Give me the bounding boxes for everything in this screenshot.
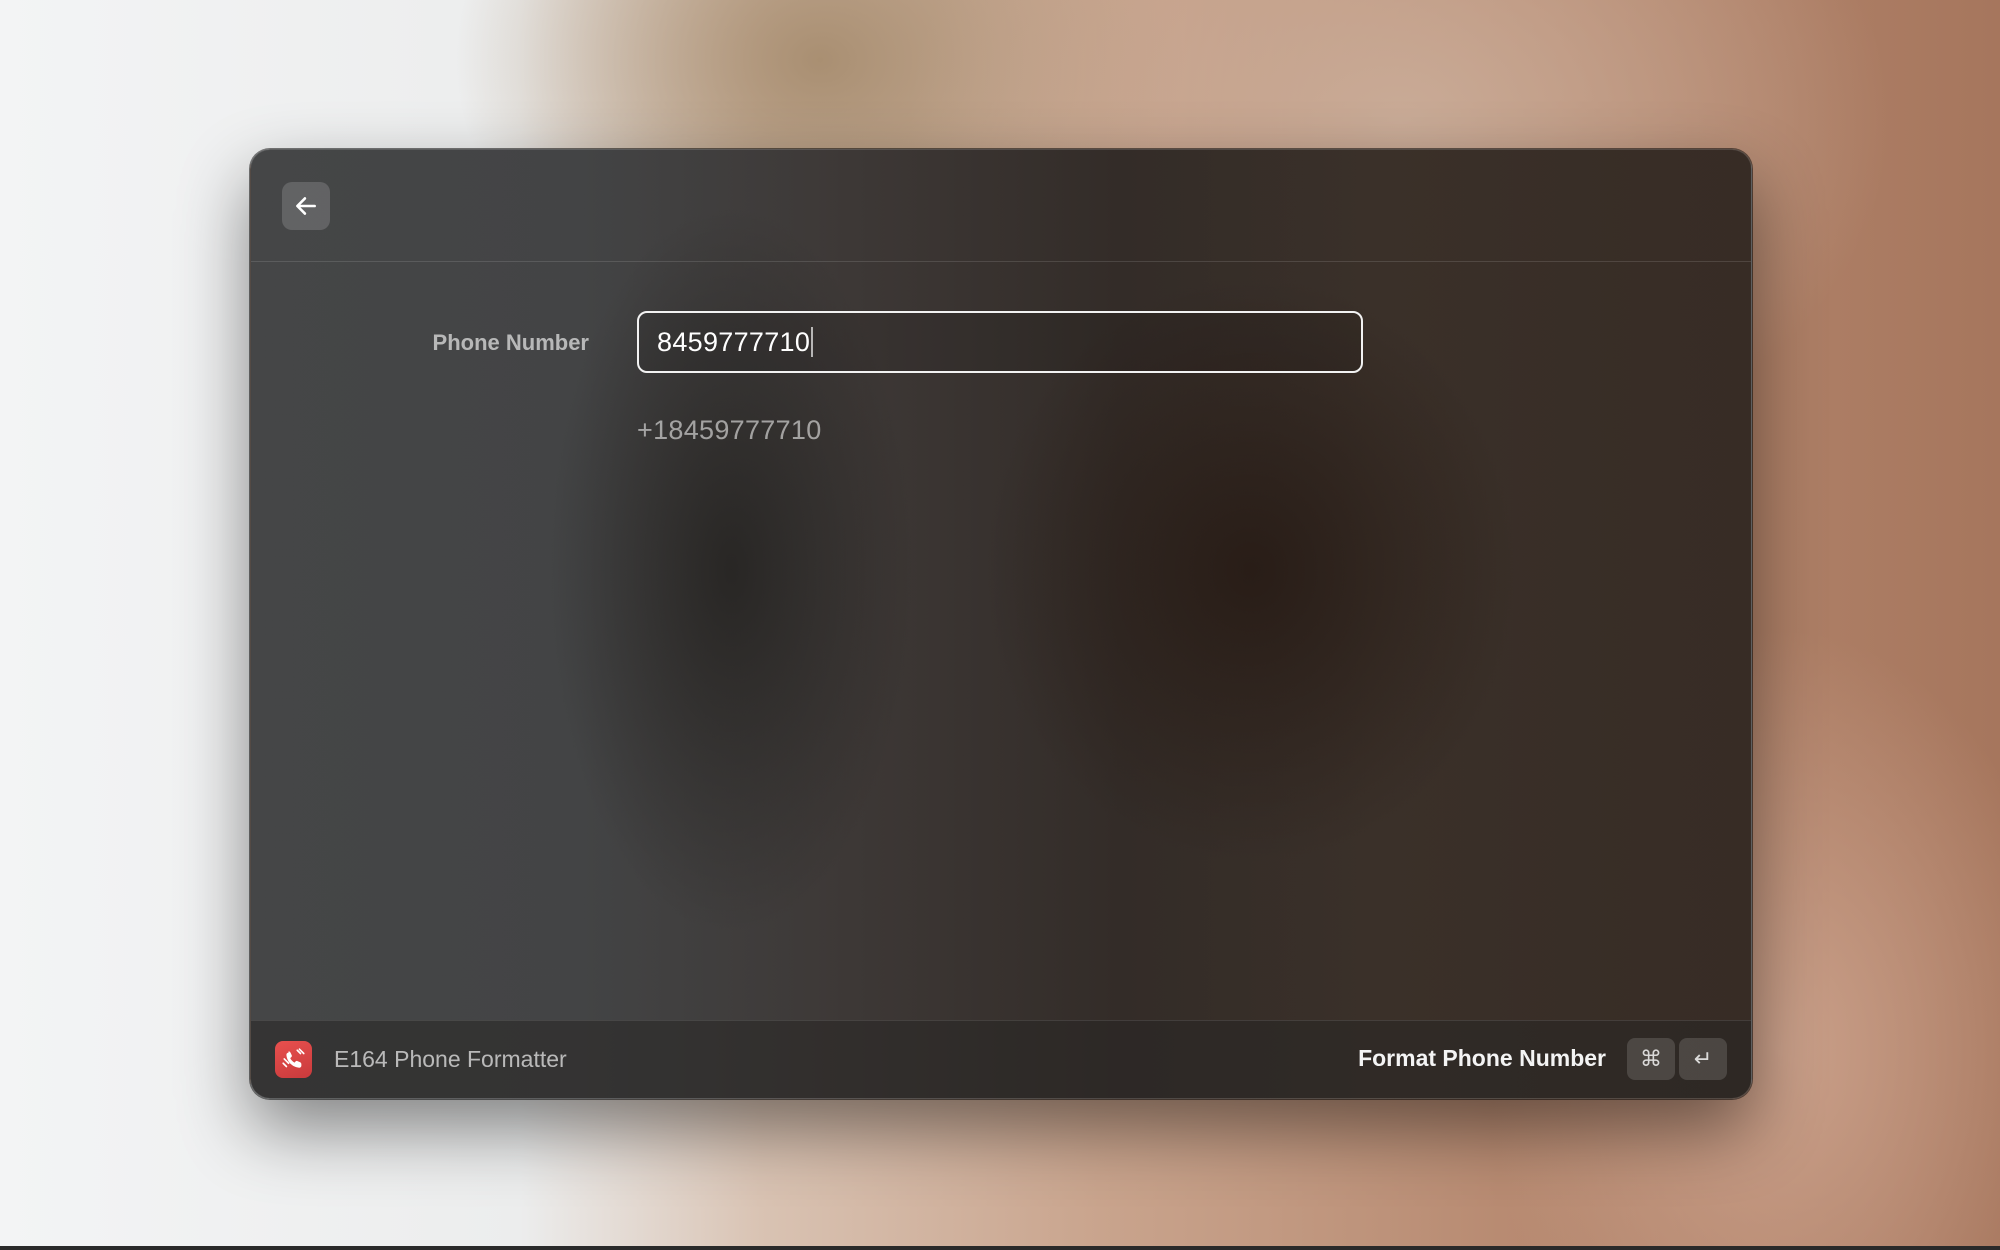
back-button[interactable]: [282, 182, 330, 230]
app-name: E164 Phone Formatter: [334, 1046, 567, 1072]
extension-window: Phone Number 8459777710 +18459777710 E16…: [250, 149, 1752, 1099]
phone-formatter-app-icon: [275, 1041, 312, 1078]
desktop-bottom-bar: [0, 1246, 2000, 1250]
window-header: [251, 150, 1751, 262]
text-caret: [811, 327, 814, 357]
command-key-icon: ⌘: [1627, 1038, 1675, 1080]
arrow-left-icon: [296, 197, 316, 215]
formatted-phone-preview: +18459777710: [637, 415, 822, 445]
phone-number-label: Phone Number: [432, 330, 589, 355]
phone-number-input[interactable]: 8459777710: [637, 311, 1363, 373]
return-key-icon: ↵: [1679, 1038, 1727, 1080]
format-phone-number-action[interactable]: Format Phone Number: [1358, 1045, 1606, 1072]
action-bar: E164 Phone Formatter Format Phone Number…: [251, 1020, 1751, 1098]
phone-number-value: 8459777710: [657, 326, 811, 357]
phone-ring-icon: [281, 1047, 305, 1068]
